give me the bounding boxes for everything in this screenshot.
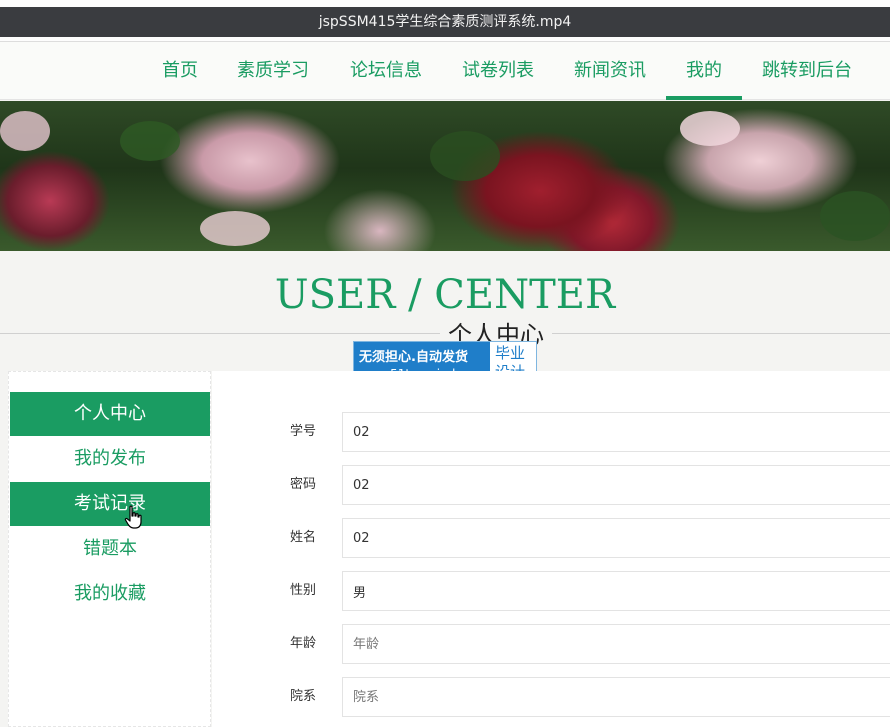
form-row-name: 姓名 <box>212 518 890 558</box>
nav-home[interactable]: 首页 <box>152 42 208 100</box>
form-row-age: 年龄 <box>212 624 890 664</box>
sidebar-item-user-center[interactable]: 个人中心 <box>10 392 210 436</box>
nav-exam-list[interactable]: 试卷列表 <box>452 42 544 100</box>
profile-form: 学号 密码 姓名 性别 年龄 院系 <box>212 371 890 727</box>
sidebar-item-exam-records[interactable]: 考试记录 <box>10 482 210 526</box>
banner-foliage <box>430 131 500 181</box>
nav-mine[interactable]: 我的 <box>666 42 742 100</box>
department-label: 院系 <box>290 689 317 704</box>
banner-blossom <box>680 111 740 146</box>
student-id-label: 学号 <box>290 424 317 439</box>
window-title: jspSSM415学生综合素质测评系统.mp4 <box>0 7 890 37</box>
banner-blossom <box>0 111 50 151</box>
top-nav: 首页 素质学习 论坛信息 试卷列表 新闻资讯 我的 跳转到后台 <box>0 42 890 100</box>
gender-label: 性别 <box>290 583 317 598</box>
nav-quality-study[interactable]: 素质学习 <box>228 42 318 100</box>
nav-forum[interactable]: 论坛信息 <box>340 42 432 100</box>
age-input[interactable] <box>342 624 890 664</box>
page-title: USER / CENTER <box>274 272 616 318</box>
name-input[interactable] <box>342 518 890 558</box>
banner-foliage <box>820 191 890 241</box>
sidebar-item-my-posts[interactable]: 我的发布 <box>10 437 210 481</box>
watermark-tag1: 毕业 <box>495 344 526 362</box>
banner-image <box>0 101 890 251</box>
department-input[interactable] <box>342 677 890 717</box>
banner-blossom <box>200 211 270 246</box>
nav-admin[interactable]: 跳转到后台 <box>752 42 862 100</box>
age-label: 年龄 <box>290 636 317 651</box>
user-sidebar: 个人中心 我的发布 考试记录 错题本 我的收藏 <box>8 371 211 727</box>
hand-pointer-icon <box>124 505 142 529</box>
sidebar-item-favorites[interactable]: 我的收藏 <box>10 572 210 616</box>
password-input[interactable] <box>342 465 890 505</box>
window-titlebar: jspSSM415学生综合素质测评系统.mp4 <box>0 0 890 42</box>
password-label: 密码 <box>290 477 317 492</box>
name-label: 姓名 <box>290 530 317 545</box>
watermark-line1: 无须担心.自动发货 <box>359 350 468 365</box>
student-id-input[interactable] <box>342 412 890 452</box>
form-row-student-id: 学号 <box>212 412 890 452</box>
form-row-password: 密码 <box>212 465 890 505</box>
form-row-gender: 性别 <box>212 571 890 611</box>
sidebar-item-wrong-questions[interactable]: 错题本 <box>10 527 210 571</box>
banner-foliage <box>120 121 180 161</box>
gender-input[interactable] <box>342 571 890 611</box>
form-row-department: 院系 <box>212 677 890 717</box>
nav-news[interactable]: 新闻资讯 <box>563 42 657 100</box>
